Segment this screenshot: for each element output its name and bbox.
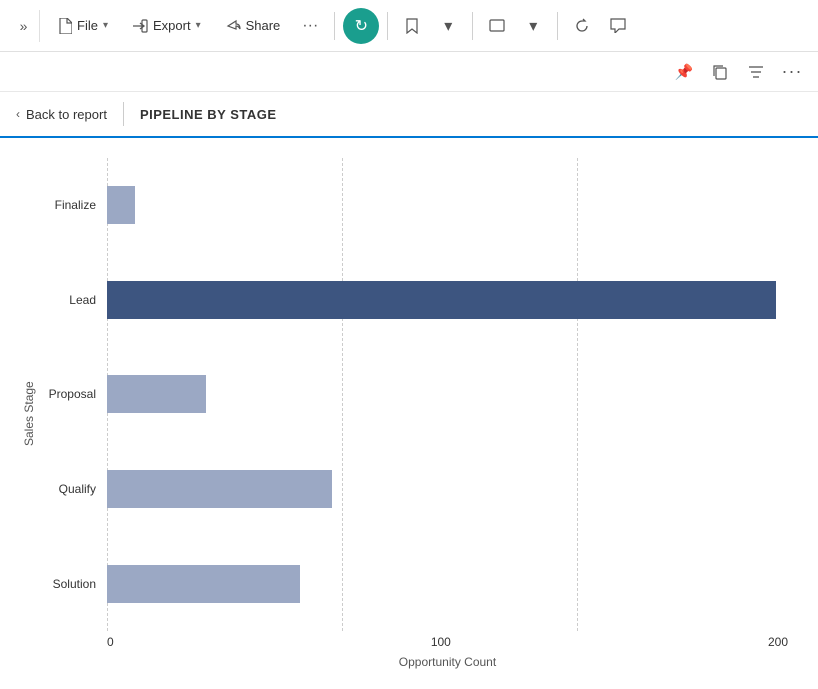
view-icon (489, 19, 505, 32)
copy-icon (712, 64, 728, 80)
x-tick-label: 100 (431, 635, 451, 649)
bars-and-grid: FinalizeLeadProposalQualifySolution (107, 158, 788, 631)
page-title: PIPELINE BY STAGE (140, 107, 277, 122)
export-button[interactable]: Export ▾ (122, 13, 211, 38)
bar-row (107, 370, 788, 418)
file-button[interactable]: File ▾ (48, 13, 118, 39)
x-axis: 0 100 200 (107, 635, 788, 649)
filter-button[interactable] (742, 58, 770, 86)
pin-button[interactable]: 📌 (670, 58, 698, 86)
divider-3 (472, 12, 473, 40)
breadcrumb-divider (123, 102, 124, 126)
second-more-button[interactable]: ··· (778, 58, 806, 86)
y-label: Finalize (55, 198, 102, 212)
y-labels: Finalize Lead Proposal Qualify Solution (42, 158, 102, 631)
y-label: Proposal (49, 387, 102, 401)
x-tick-label: 200 (768, 635, 788, 649)
bar-row (107, 276, 788, 324)
bar-proposal (107, 375, 206, 413)
y-label: Qualify (59, 482, 102, 496)
comment-button[interactable] (602, 10, 634, 42)
second-more-icon: ··· (782, 61, 803, 82)
divider-2 (387, 12, 388, 40)
chart-container: Sales Stage Finalize Lead Proposal Qualify S… (20, 158, 788, 669)
file-group: File ▾ (48, 13, 118, 39)
back-label: Back to report (26, 107, 107, 122)
bar-solution (107, 565, 300, 603)
x-tick-label: 0 (107, 635, 114, 649)
share-icon (225, 19, 241, 33)
export-icon (132, 19, 148, 33)
share-button[interactable]: Share (215, 13, 291, 38)
filter-icon (748, 65, 764, 79)
bar-row (107, 465, 788, 513)
file-icon (58, 18, 72, 34)
file-chevron: ▾ (103, 20, 108, 31)
bar-qualify (107, 470, 332, 508)
back-chevron-icon: ‹ (16, 107, 20, 121)
expand-icon: » (20, 18, 28, 34)
share-group: Share (215, 13, 291, 38)
pin-icon: 📌 (675, 63, 694, 81)
reload-icon (574, 18, 590, 34)
breadcrumb-bar: ‹ Back to report PIPELINE BY STAGE (0, 92, 818, 138)
bar-row (107, 560, 788, 608)
expand-panel-button[interactable]: » (8, 10, 40, 42)
more-button[interactable]: ··· (294, 10, 326, 42)
bar-finalize (107, 186, 135, 224)
x-axis-label: Opportunity Count (107, 655, 788, 669)
back-to-report-link[interactable]: ‹ Back to report (16, 107, 107, 122)
toolbar: » File ▾ Export ▾ Share ··· ↻ ▾ (0, 0, 818, 52)
divider-1 (334, 12, 335, 40)
y-label: Solution (53, 577, 102, 591)
comment-icon (610, 18, 626, 33)
bar-lead (107, 281, 776, 319)
bookmark-icon (405, 18, 419, 34)
bookmark-button[interactable] (396, 10, 428, 42)
x-tick-labels: 0 100 200 (107, 635, 788, 649)
view-button[interactable] (481, 10, 513, 42)
divider-4 (557, 12, 558, 40)
bars-wrapper (107, 158, 788, 631)
bar-row (107, 181, 788, 229)
y-axis-label: Sales Stage (20, 158, 38, 669)
refresh-icon: ↻ (355, 16, 368, 36)
reload-button[interactable] (566, 10, 598, 42)
view-chevron-button[interactable]: ▾ (517, 10, 549, 42)
chart-area: Sales Stage Finalize Lead Proposal Qualify S… (0, 138, 818, 689)
chart-inner: Finalize Lead Proposal Qualify Solution 0 100… (42, 158, 788, 669)
copy-visual-button[interactable] (706, 58, 734, 86)
bookmark-chevron-icon: ▾ (444, 16, 452, 36)
export-group: Export ▾ (122, 13, 211, 38)
refresh-button[interactable]: ↻ (343, 8, 379, 44)
y-label: Lead (69, 293, 102, 307)
bookmark-chevron-button[interactable]: ▾ (432, 10, 464, 42)
view-chevron-icon: ▾ (529, 16, 537, 36)
second-bar: 📌 ··· (0, 52, 818, 92)
export-chevron: ▾ (196, 20, 201, 31)
